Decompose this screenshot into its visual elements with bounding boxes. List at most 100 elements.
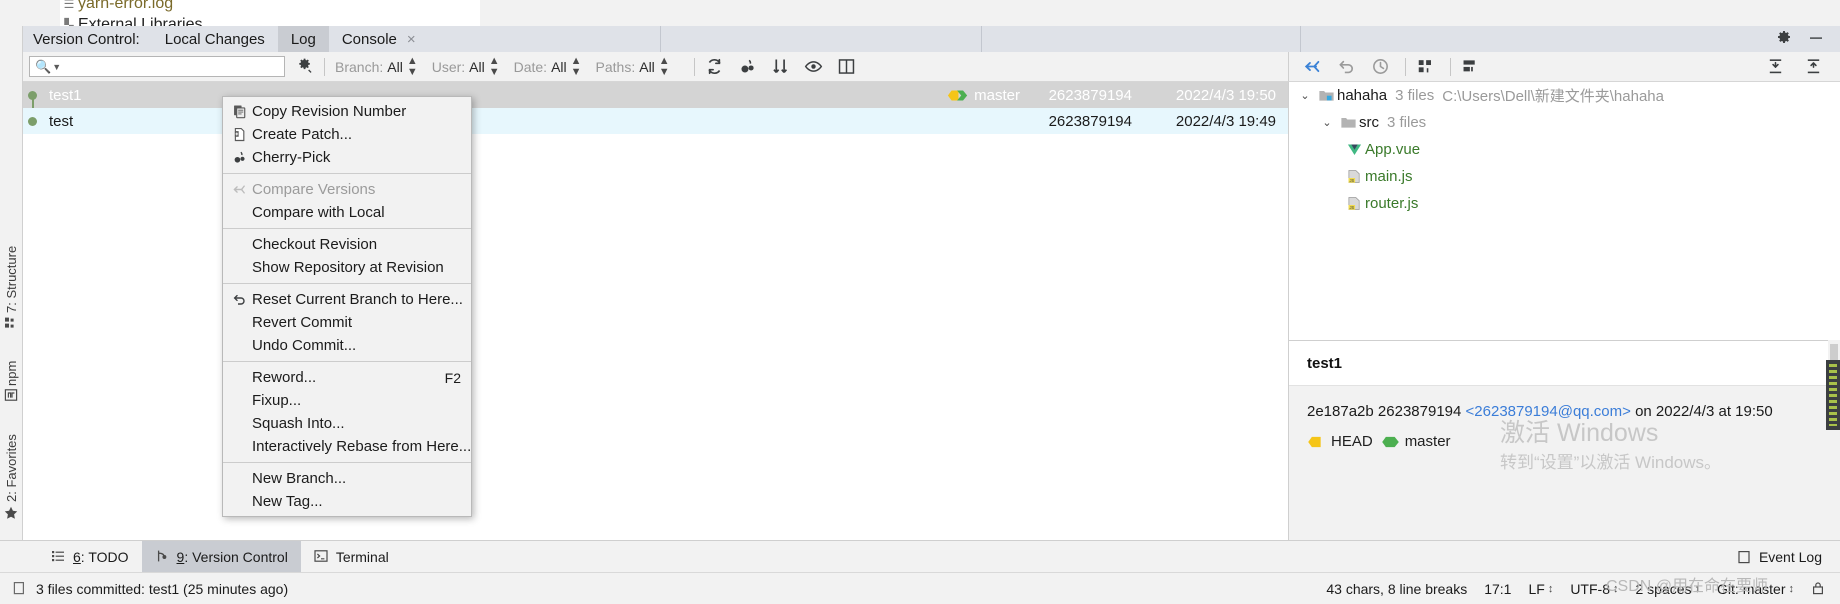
show-history-icon[interactable] xyxy=(1371,57,1391,77)
table-row[interactable]: test1 master 2623879194 2022/4/3 19:50 xyxy=(23,82,1288,121)
tree-node-name: src xyxy=(1359,114,1379,131)
menu-item-compare-with-local[interactable]: Compare with Local xyxy=(223,201,471,224)
list-item[interactable]: JS main.js xyxy=(1289,163,1840,190)
filter-date-value: All xyxy=(551,58,567,75)
git-branch-label: Git: master xyxy=(1717,580,1786,597)
expand-all-icon[interactable] xyxy=(1766,57,1786,77)
commit-date: 2022/4/3 19:49 xyxy=(1175,112,1276,130)
collapse-sort-icon[interactable] xyxy=(771,57,791,77)
commit-graph-cell xyxy=(23,82,45,121)
list-item[interactable]: JS router.js xyxy=(1289,190,1840,217)
sliver-left-filler xyxy=(0,0,60,26)
jump-to-source-icon[interactable] xyxy=(1303,57,1323,77)
menu-item-label: Show Repository at Revision xyxy=(252,259,444,276)
commit-details-panel: test1 2e187a2b 2623879194 <2623879194@qq… xyxy=(1288,340,1840,540)
menu-item-copy-revision-number[interactable]: Copy Revision Number xyxy=(223,100,471,123)
tab-console[interactable]: Console × xyxy=(329,26,429,52)
collapse-all-icon[interactable] xyxy=(1804,57,1824,77)
menu-item-checkout-revision[interactable]: Checkout Revision xyxy=(223,233,471,256)
table-row[interactable]: test 2623879194 2022/4/3 19:49 xyxy=(23,108,1288,134)
search-input[interactable]: 🔍 ▼ xyxy=(29,56,285,77)
line-separator[interactable]: LF ↕ xyxy=(1528,581,1553,597)
toolbar-separator-1 xyxy=(324,57,325,76)
menu-item-interactively-rebase-from-here[interactable]: Interactively Rebase from Here... xyxy=(223,435,471,458)
create-patch-icon xyxy=(229,127,249,142)
search-field[interactable] xyxy=(61,58,284,75)
project-file-row[interactable]: ☰ yarn-error.log xyxy=(60,0,174,13)
menu-item-fixup[interactable]: Fixup... xyxy=(223,389,471,412)
tab-todo-text: : TODO xyxy=(80,548,129,565)
git-branch-widget[interactable]: Git: master ↕ xyxy=(1717,581,1794,597)
commit-log-list[interactable]: test1 master 2623879194 2022/4/3 19:50 t… xyxy=(23,82,1288,540)
event-log-button[interactable]: Event Log xyxy=(1737,549,1840,565)
settings-gear-icon[interactable] xyxy=(1776,30,1794,48)
commit-on-text: on 2022/4/3 at xyxy=(1635,403,1731,420)
menu-item-undo-commit[interactable]: Undo Commit... xyxy=(223,334,471,357)
sidebar-item-npm[interactable]: npm xyxy=(0,342,23,386)
npm-icon xyxy=(4,388,19,403)
chevron-down-icon[interactable]: ⌄ xyxy=(1317,116,1337,129)
commit-context-menu[interactable]: Copy Revision Number Create Patch... Che… xyxy=(222,96,472,517)
updown-icon: ↕ xyxy=(1788,582,1795,595)
list-item[interactable]: ⌄ src 3 files xyxy=(1289,109,1840,136)
libraries-icon: ▚ xyxy=(64,18,74,26)
filter-paths[interactable]: Paths: All ▲ ▼ xyxy=(596,55,670,78)
menu-separator xyxy=(223,283,471,284)
indent-setting[interactable]: 2 spaces ↕ xyxy=(1635,581,1700,597)
caret-position[interactable]: 17:1 xyxy=(1484,581,1511,597)
sidebar-item-structure[interactable]: 7: Structure xyxy=(0,221,23,313)
lock-icon[interactable] xyxy=(1811,581,1826,596)
master-ref-label: master xyxy=(1404,433,1451,451)
search-icon: 🔍 xyxy=(35,58,52,74)
show-details-eye-icon[interactable] xyxy=(804,57,824,77)
tab-terminal[interactable]: Terminal xyxy=(301,541,402,573)
refresh-icon[interactable] xyxy=(705,57,725,77)
todo-list-icon xyxy=(51,549,66,564)
commit-author-email[interactable]: <2623879194@qq.com> xyxy=(1466,403,1631,420)
chevron-down-icon[interactable]: ⌄ xyxy=(1295,89,1315,102)
revert-icon[interactable] xyxy=(1337,57,1357,77)
menu-item-create-patch[interactable]: Create Patch... xyxy=(223,123,471,146)
hide-window-icon[interactable] xyxy=(1808,30,1826,48)
changed-files-tree[interactable]: ⌄ hahaha 3 files C:\Users\Dell\新建文件夹\hah… xyxy=(1288,82,1840,340)
group-by-directory-icon[interactable] xyxy=(1416,57,1436,77)
list-item[interactable]: ⌄ hahaha 3 files C:\Users\Dell\新建文件夹\hah… xyxy=(1289,82,1840,109)
filter-date[interactable]: Date: All ▲ ▼ xyxy=(514,55,582,78)
filter-branch[interactable]: Branch: All ▲ ▼ xyxy=(335,55,418,78)
toolbar-separator-2 xyxy=(693,57,695,76)
filter-settings-gear-icon[interactable] xyxy=(297,58,314,75)
menu-item-squash-into[interactable]: Squash Into... xyxy=(223,412,471,435)
chevron-down-icon[interactable]: ▼ xyxy=(52,62,61,72)
menu-item-cherry-pick[interactable]: Cherry-Pick xyxy=(223,146,471,169)
tree-node-name: hahaha xyxy=(1337,87,1388,104)
commit-author-name: 2623879194 xyxy=(1377,403,1462,420)
menu-item-new-tag[interactable]: New Tag... xyxy=(223,490,471,513)
tab-log[interactable]: Log xyxy=(277,26,329,52)
open-in-editor-icon[interactable] xyxy=(837,57,857,77)
copy-icon xyxy=(229,104,249,119)
close-icon[interactable]: × xyxy=(407,32,416,47)
menu-item-reset-current-branch-to-here[interactable]: Reset Current Branch to Here... xyxy=(223,288,471,311)
cherry-pick-icon xyxy=(229,150,249,165)
branch-tag-icon xyxy=(947,89,969,102)
menu-item-reword[interactable]: Reword... F2 xyxy=(223,366,471,389)
list-item[interactable]: App.vue xyxy=(1289,136,1840,163)
menu-item-label: Copy Revision Number xyxy=(252,103,407,120)
commit-subject: test xyxy=(49,112,74,130)
group-by-module-icon[interactable] xyxy=(1461,57,1481,77)
cherry-pick-icon[interactable] xyxy=(738,57,758,77)
menu-item-show-repository-at-revision[interactable]: Show Repository at Revision xyxy=(223,256,471,279)
menu-item-new-branch[interactable]: New Branch... xyxy=(223,467,471,490)
filter-user[interactable]: User: All ▲ ▼ xyxy=(432,55,500,78)
menu-item-revert-commit[interactable]: Revert Commit xyxy=(223,311,471,334)
sliver-right-filler xyxy=(480,0,1840,26)
external-libraries-row[interactable]: ▚ External Libraries xyxy=(60,16,202,26)
status-bar: 3 files committed: test1 (25 minutes ago… xyxy=(0,572,1840,604)
sidebar-item-favorites[interactable]: 2: Favorites xyxy=(0,410,23,502)
tab-version-control[interactable]: 9: Version Control xyxy=(141,540,301,573)
tab-local-changes[interactable]: Local Changes xyxy=(152,26,278,52)
tab-todo[interactable]: 6: TODO xyxy=(38,541,142,573)
branch-tag-icon xyxy=(1381,436,1400,448)
encoding[interactable]: UTF-8 ↕ xyxy=(1570,581,1618,597)
stripe-marks xyxy=(1829,364,1837,426)
